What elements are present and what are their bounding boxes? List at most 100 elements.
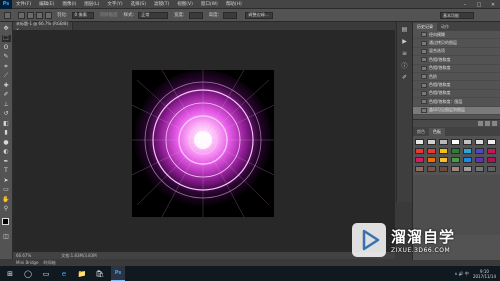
menu-edit[interactable]: 编辑(E) xyxy=(35,1,58,7)
search-icon[interactable]: ◯ xyxy=(21,266,35,281)
snapshot-icon[interactable] xyxy=(485,121,490,126)
healing-brush-tool-icon[interactable]: ✚ xyxy=(2,82,11,90)
color-picker[interactable] xyxy=(1,218,12,229)
foreground-color[interactable] xyxy=(1,218,9,225)
menu-help[interactable]: 帮助(H) xyxy=(222,1,246,7)
swatch[interactable] xyxy=(415,139,424,145)
type-tool-icon[interactable]: T xyxy=(2,168,11,176)
history-item[interactable]: 色相/饱和度 xyxy=(413,81,500,90)
new-selection-icon[interactable] xyxy=(18,11,25,19)
store-icon[interactable]: 🛍 xyxy=(93,266,107,281)
new-document-icon[interactable] xyxy=(478,121,483,126)
swatch[interactable] xyxy=(463,157,472,163)
blur-tool-icon[interactable]: ● xyxy=(2,139,11,147)
lasso-tool-icon[interactable]: ʘ xyxy=(2,44,11,52)
close-button[interactable]: ✕ xyxy=(486,0,500,9)
menu-file[interactable]: 文件(F) xyxy=(12,1,35,7)
tool-preset-picker[interactable] xyxy=(4,11,11,19)
actions-panel-icon[interactable]: ▶ xyxy=(400,37,410,46)
eyedropper-tool-icon[interactable]: ⟋ xyxy=(2,73,11,81)
history-tab[interactable]: 历史记录 xyxy=(413,23,437,31)
actions-tab[interactable]: 动作 xyxy=(437,23,453,31)
shape-tool-icon[interactable]: ▭ xyxy=(2,187,11,195)
start-icon[interactable]: ⊞ xyxy=(3,266,17,281)
add-selection-icon[interactable] xyxy=(27,11,34,19)
task-view-icon[interactable]: ▭ xyxy=(39,266,53,281)
history-item-selected[interactable]: 盖印可见图层到图层 xyxy=(413,106,500,115)
swatch[interactable] xyxy=(439,148,448,154)
menu-type[interactable]: 文字(Y) xyxy=(103,1,126,7)
swatch[interactable] xyxy=(487,157,496,163)
swatch[interactable] xyxy=(451,166,460,172)
canvas-area[interactable] xyxy=(13,30,395,251)
history-item[interactable]: 色相/饱和度 xyxy=(413,65,500,73)
document-tab[interactable]: 未标题-1 @ 66.7% (RGB/8) × xyxy=(13,21,73,32)
height-input[interactable] xyxy=(223,11,238,19)
canvas-artwork[interactable] xyxy=(132,70,274,217)
brush-tool-icon[interactable]: ✐ xyxy=(2,92,11,100)
quick-mask-icon[interactable]: ◫ xyxy=(2,233,11,241)
swatch[interactable] xyxy=(439,166,448,172)
swatch[interactable] xyxy=(475,139,484,145)
info-panel-icon[interactable]: ⓘ xyxy=(400,61,410,70)
swatch[interactable] xyxy=(415,157,424,163)
swatch[interactable] xyxy=(427,139,436,145)
trash-icon[interactable] xyxy=(492,121,497,126)
swatch[interactable] xyxy=(463,139,472,145)
style-select[interactable]: 正常 xyxy=(138,11,169,19)
width-input[interactable] xyxy=(188,11,203,19)
dodge-tool-icon[interactable]: ◐ xyxy=(2,149,11,157)
pen-tool-icon[interactable]: ✒ xyxy=(2,158,11,166)
swatch[interactable] xyxy=(463,166,472,172)
swatch[interactable] xyxy=(439,139,448,145)
brush-panel-icon[interactable]: ✐ xyxy=(400,73,410,82)
crop-tool-icon[interactable]: ⌗ xyxy=(2,63,11,71)
swatch[interactable] xyxy=(427,157,436,163)
menu-select[interactable]: 选择(S) xyxy=(127,1,150,7)
swatch[interactable] xyxy=(487,139,496,145)
photoshop-taskbar-icon[interactable]: Ps xyxy=(111,266,125,281)
marquee-tool-icon[interactable]: ⬚ xyxy=(1,34,11,42)
tray-icons[interactable]: ∧ 🔊 中 xyxy=(454,271,468,277)
swatches-tab[interactable]: 色板 xyxy=(429,128,445,136)
menu-layer[interactable]: 图层(L) xyxy=(80,1,103,7)
color-tab[interactable]: 颜色 xyxy=(413,128,429,136)
intersect-selection-icon[interactable] xyxy=(45,11,52,19)
swatch[interactable] xyxy=(415,166,424,172)
history-item[interactable]: 色相/饱和度 xyxy=(413,90,500,99)
refine-edge-button[interactable]: 调整边缘... xyxy=(245,11,274,19)
zoom-level[interactable]: 66.67% xyxy=(16,253,31,258)
swatch[interactable] xyxy=(475,148,484,154)
properties-panel-icon[interactable]: ≡ xyxy=(400,49,410,58)
swatch[interactable] xyxy=(487,166,496,172)
swatch[interactable] xyxy=(451,148,460,154)
history-item[interactable]: 径向模糊 xyxy=(413,31,500,40)
menu-window[interactable]: 窗口(W) xyxy=(197,1,222,7)
move-tool-icon[interactable]: ✥ xyxy=(2,25,11,33)
swatch[interactable] xyxy=(415,148,424,154)
quick-select-tool-icon[interactable]: ✎ xyxy=(2,54,11,62)
menu-view[interactable]: 视图(V) xyxy=(173,1,197,7)
edge-icon[interactable]: e xyxy=(57,266,71,281)
history-item[interactable]: 色相/饱和度：图层 xyxy=(413,98,500,107)
swatch[interactable] xyxy=(475,166,484,172)
clock[interactable]: 9:10 2017/11/14 xyxy=(473,269,496,279)
file-explorer-icon[interactable]: 📁 xyxy=(75,266,89,281)
swatch[interactable] xyxy=(439,157,448,163)
workspace-select[interactable]: 基本功能 xyxy=(440,12,474,19)
minimize-button[interactable]: – xyxy=(458,0,472,9)
swatch[interactable] xyxy=(487,148,496,154)
mini-bridge-tab[interactable]: Mini Bridge xyxy=(16,260,39,265)
maximize-button[interactable]: □ xyxy=(472,0,486,9)
clone-stamp-tool-icon[interactable]: ⊥ xyxy=(2,101,11,109)
hand-tool-icon[interactable]: ✋ xyxy=(2,196,11,204)
history-panel-icon[interactable]: ▤ xyxy=(400,25,410,34)
eraser-tool-icon[interactable]: ◧ xyxy=(2,120,11,128)
antialias-checkbox[interactable]: 消除锯齿 xyxy=(100,12,118,18)
feather-input[interactable]: 0 像素 xyxy=(71,11,94,19)
zoom-tool-icon[interactable]: ⚲ xyxy=(2,206,11,214)
history-item[interactable]: 通过拷贝的图层 xyxy=(413,39,500,48)
gradient-tool-icon[interactable]: ▮ xyxy=(2,130,11,138)
history-item[interactable]: 色相/饱和度 xyxy=(413,56,500,65)
menu-image[interactable]: 图像(I) xyxy=(58,1,80,7)
